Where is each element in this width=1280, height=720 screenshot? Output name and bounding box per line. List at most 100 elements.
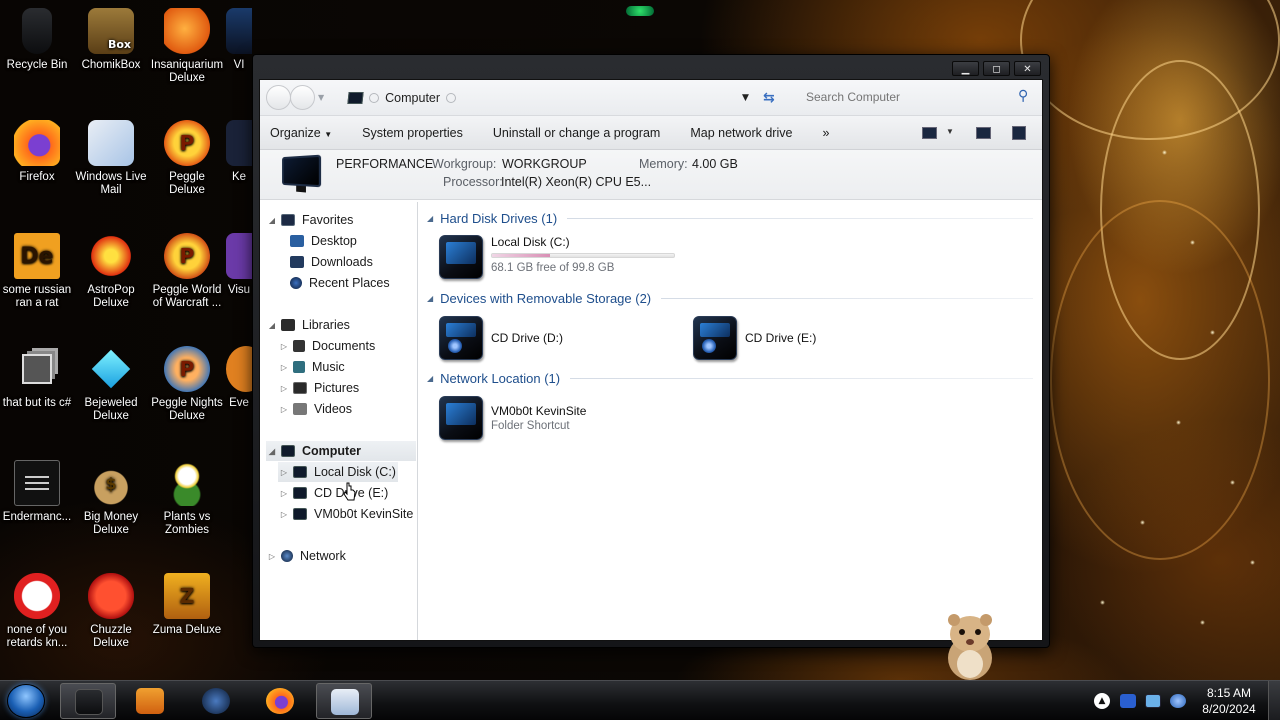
breadcrumb-separator-icon[interactable] xyxy=(446,92,457,103)
drive-item-cd-d[interactable]: CD Drive (D:) xyxy=(439,316,563,360)
taskbar-firefox-button[interactable] xyxy=(252,683,308,719)
network-tray-icon[interactable] xyxy=(1145,694,1161,708)
taskbar-explorer-button[interactable] xyxy=(60,683,116,719)
address-dropdown-icon[interactable]: ▼ xyxy=(742,93,749,103)
desktop-icon-big-money[interactable]: $ Big Money Deluxe xyxy=(74,460,148,537)
expand-triangle-icon[interactable]: ▷ xyxy=(278,510,290,519)
desktop-icon-recycle-bin[interactable]: Recycle Bin xyxy=(0,8,74,72)
collapse-triangle-icon[interactable]: ◢ xyxy=(266,216,278,225)
nav-pictures[interactable]: ▷ Pictures xyxy=(278,378,359,398)
breadcrumb-separator-icon[interactable] xyxy=(369,92,380,103)
desktop-icon-partial[interactable]: Visu xyxy=(226,233,252,297)
taskbar-keyboard-button[interactable] xyxy=(316,683,372,719)
nav-local-disk[interactable]: ▷ Local Disk (C:) xyxy=(278,462,398,482)
cd-drive-icon xyxy=(439,316,483,360)
system-properties-button[interactable]: System properties xyxy=(362,126,463,140)
desktop-icon-none-of-you[interactable]: none of you retards kn... xyxy=(0,573,74,650)
recent-pages-chevron-icon[interactable]: ▼ xyxy=(318,93,324,102)
taskbar-clock[interactable]: 8:15 AM 8/20/2024 xyxy=(1196,685,1262,717)
view-options-chevron-icon[interactable]: ▼ xyxy=(946,127,954,136)
volume-tray-icon[interactable] xyxy=(1170,694,1186,708)
nav-favorites[interactable]: ◢ Favorites xyxy=(266,210,353,230)
explorer-window[interactable]: ▁ ◻ ✕ ▼ Computer ▼ ⇆ ⚲ Organize ▼ System… xyxy=(252,54,1050,648)
group-header-hard-disk-drives[interactable]: ◢ Hard Disk Drives (1) xyxy=(427,211,1033,226)
expand-triangle-icon[interactable]: ▷ xyxy=(266,552,278,561)
collapse-triangle-icon[interactable]: ◢ xyxy=(266,447,278,456)
desktop-icon-label: Zuma Deluxe xyxy=(152,624,222,636)
search-input[interactable] xyxy=(800,86,1036,108)
desktop-icon-partial[interactable]: Eve xyxy=(226,346,252,410)
desktop-icon-partial[interactable]: VI xyxy=(226,8,252,72)
desktop-icon-that-but-its-csharp[interactable]: that but its c# xyxy=(0,346,74,410)
expand-triangle-icon[interactable]: ▷ xyxy=(278,363,290,372)
desktop-icon-insaniquarium[interactable]: Insaniquarium Deluxe xyxy=(150,8,224,85)
desktop-icon-windows-live-mail[interactable]: Windows Live Mail xyxy=(74,120,148,197)
desktop-icon-chomikbox[interactable]: Box ChomikBox xyxy=(74,8,148,72)
desktop-icon-peggle[interactable]: P Peggle Deluxe xyxy=(150,120,224,197)
refresh-icon[interactable]: ⇆ xyxy=(763,90,775,106)
expand-triangle-icon[interactable]: ▷ xyxy=(278,405,290,414)
nav-network[interactable]: ▷ Network xyxy=(266,546,346,566)
group-collapse-icon[interactable]: ◢ xyxy=(427,214,433,223)
desktop-icon-label: Peggle Nights Deluxe xyxy=(151,397,223,422)
forward-button[interactable] xyxy=(290,85,315,110)
nav-videos[interactable]: ▷ Videos xyxy=(278,399,352,419)
desktop-icon-peggle-nights[interactable]: P Peggle Nights Deluxe xyxy=(150,346,224,423)
nav-music[interactable]: ▷ Music xyxy=(278,357,345,377)
show-hidden-icons-button[interactable]: ▲ xyxy=(1094,693,1110,709)
desktop-icon-firefox[interactable]: Firefox xyxy=(0,120,74,184)
desktop-icon-partial[interactable]: Ke xyxy=(226,120,252,184)
expand-triangle-icon[interactable]: ▷ xyxy=(278,342,290,351)
nav-libraries[interactable]: ◢ Libraries xyxy=(266,315,350,335)
close-button[interactable]: ✕ xyxy=(1014,61,1041,76)
breadcrumb-computer[interactable]: Computer xyxy=(385,91,440,105)
nav-recent-places[interactable]: Recent Places xyxy=(290,273,390,293)
start-button[interactable] xyxy=(7,684,45,718)
nav-computer[interactable]: ◢ Computer xyxy=(266,441,416,461)
group-header-network-location[interactable]: ◢ Network Location (1) xyxy=(427,371,1033,386)
desktop-icon-endermanc[interactable]: Endermanc... xyxy=(0,460,74,524)
collapse-triangle-icon[interactable]: ◢ xyxy=(266,321,278,330)
uninstall-program-button[interactable]: Uninstall or change a program xyxy=(493,126,660,140)
nav-cd-drive[interactable]: ▷ CD Drive (E:) xyxy=(278,483,388,503)
preview-pane-icon[interactable] xyxy=(976,127,991,139)
group-collapse-icon[interactable]: ◢ xyxy=(427,294,433,303)
taskbar-ie-button[interactable] xyxy=(188,683,244,719)
desktop-icon-zuma[interactable]: Z Zuma Deluxe xyxy=(150,573,224,637)
desktop-icon-peggle-wow[interactable]: P Peggle World of Warcraft ... xyxy=(150,233,224,310)
videos-icon xyxy=(293,403,307,415)
help-icon[interactable] xyxy=(1012,126,1026,140)
sparkle xyxy=(1250,560,1255,565)
nav-desktop[interactable]: Desktop xyxy=(290,231,357,251)
desktop-icon-chuzzle[interactable]: Chuzzle Deluxe xyxy=(74,573,148,650)
drive-item-cd-e[interactable]: CD Drive (E:) xyxy=(693,316,816,360)
desktop-icon-plants-vs-zombies[interactable]: Plants vs Zombies xyxy=(150,460,224,537)
network-location-kevinsite[interactable]: VM0b0t KevinSite Folder Shortcut xyxy=(439,396,586,440)
nav-documents[interactable]: ▷ Documents xyxy=(278,336,375,356)
expand-triangle-icon[interactable]: ▷ xyxy=(278,468,290,477)
change-view-icon[interactable] xyxy=(922,127,937,139)
map-network-drive-button[interactable]: Map network drive xyxy=(690,126,792,140)
desktop-icon-bejeweled[interactable]: Bejeweled Deluxe xyxy=(74,346,148,423)
expand-triangle-icon[interactable]: ▷ xyxy=(278,489,290,498)
group-header-removable-storage[interactable]: ◢ Devices with Removable Storage (2) xyxy=(427,291,1033,306)
group-collapse-icon[interactable]: ◢ xyxy=(427,374,433,383)
desktop-icon-label: Eve xyxy=(229,397,249,409)
maximize-button[interactable]: ◻ xyxy=(983,61,1010,76)
search-icon[interactable]: ⚲ xyxy=(1018,88,1028,104)
sparkle xyxy=(1100,600,1105,605)
desktop-icon-label: Recycle Bin xyxy=(6,59,68,71)
drive-item-local-disk-c[interactable]: Local Disk (C:) 68.1 GB free of 99.8 GB xyxy=(439,235,675,279)
desktop-icon-astropop[interactable]: AstroPop Deluxe xyxy=(74,233,148,310)
show-desktop-button[interactable] xyxy=(1268,681,1280,720)
tray-app-icon[interactable] xyxy=(1120,694,1136,708)
expand-triangle-icon[interactable]: ▷ xyxy=(278,384,290,393)
nav-downloads[interactable]: Downloads xyxy=(290,252,373,272)
more-commands-button[interactable]: » xyxy=(822,126,829,140)
taskbar-media-player-button[interactable] xyxy=(122,683,178,719)
back-button[interactable] xyxy=(266,85,291,110)
desktop-icon-some-russian[interactable]: De some russian ran a rat xyxy=(0,233,74,310)
minimize-button[interactable]: ▁ xyxy=(952,61,979,76)
nav-kevinsite[interactable]: ▷ VM0b0t KevinSite xyxy=(278,504,413,524)
organize-button[interactable]: Organize ▼ xyxy=(270,126,332,140)
